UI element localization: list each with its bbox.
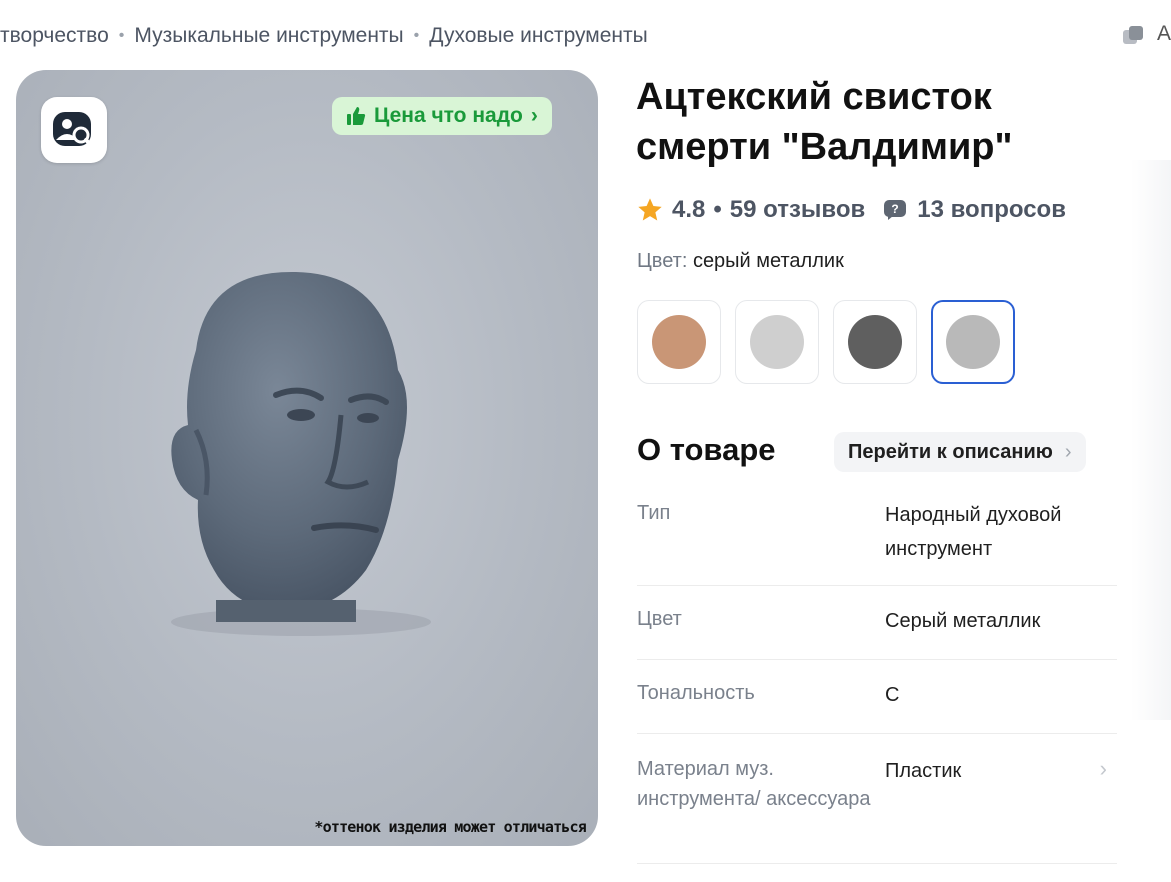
swatch-color	[652, 315, 706, 369]
price-badge[interactable]: Цена что надо ›	[332, 97, 552, 135]
separator-dot: •	[713, 196, 722, 223]
spec-row: Тональность С	[637, 660, 1117, 734]
breadcrumb: творчество • Музыкальные инструменты • Д…	[0, 22, 648, 50]
color-label: Цвет:	[637, 250, 688, 272]
specs-table: Тип Народный духовой инструмент Цвет Сер…	[637, 488, 1117, 864]
spec-value: С	[885, 684, 900, 706]
questions-count: 13 вопросов	[917, 196, 1066, 223]
color-selector-label: Цвет: серый металлик	[637, 250, 844, 273]
goto-description-button[interactable]: Перейти к описанию ›	[834, 432, 1086, 472]
breadcrumb-item[interactable]: творчество	[0, 24, 109, 48]
thumbs-up-icon	[347, 107, 366, 125]
breadcrumb-separator: •	[118, 27, 125, 44]
spec-row[interactable]: Материал муз. инструмента/ аксессуара Пл…	[637, 734, 1117, 864]
swatch-light-gray[interactable]	[735, 300, 819, 384]
goto-description-label: Перейти к описанию	[848, 440, 1053, 463]
question-bubble-icon: ?	[884, 200, 907, 220]
swatch-color	[946, 315, 1000, 369]
swatch-color	[750, 315, 804, 369]
spec-key: Цвет	[637, 608, 682, 630]
product-image[interactable]: Цена что надо › *оттенок изделия может о…	[16, 70, 598, 846]
spec-key: Тип	[637, 502, 671, 524]
price-badge-label: Цена что надо	[374, 104, 523, 127]
star-icon	[638, 198, 662, 221]
spec-key: Тональность	[637, 682, 755, 704]
product-photo	[171, 271, 431, 636]
chevron-right-icon: ›	[1064, 440, 1072, 463]
swatch-beige[interactable]	[637, 300, 721, 384]
swatch-dark-gray[interactable]	[833, 300, 917, 384]
about-section-title: О товаре	[637, 432, 776, 467]
swatch-metallic-gray[interactable]	[931, 300, 1015, 384]
svg-text:?: ?	[892, 202, 899, 216]
swatch-color	[848, 315, 902, 369]
search-by-photo-button[interactable]	[41, 97, 107, 163]
color-value: серый металлик	[692, 250, 844, 272]
breadcrumb-separator: •	[413, 27, 420, 44]
breadcrumb-item[interactable]: Духовые инструменты	[429, 24, 647, 48]
compare-icon[interactable]	[1121, 24, 1147, 48]
rating-row: 4.8 • 59 отзывов ? 13 вопросов	[636, 193, 1066, 227]
product-title: Ацтекский свисток смерти "Валдимир"	[636, 76, 1013, 168]
spec-row: Тип Народный духовой инструмент	[637, 488, 1117, 586]
rating-value: 4.8	[672, 196, 706, 223]
color-swatches	[637, 300, 1015, 384]
spec-value: Народный духовой инструмент	[885, 504, 1062, 560]
color-disclaimer: *оттенок изделия может отличаться	[314, 818, 586, 836]
reviews-link[interactable]: 59 отзывов	[730, 196, 865, 224]
questions-link[interactable]: ? 13 вопросов	[883, 196, 1066, 224]
chevron-right-icon: ›	[1099, 756, 1107, 781]
spec-key: Материал муз. инструмента/ аксессуара	[637, 758, 871, 810]
chevron-right-icon: ›	[530, 104, 538, 127]
spec-value: Пластик	[885, 760, 962, 782]
side-panel-edge	[1131, 160, 1171, 720]
spec-value: Серый металлик	[885, 610, 1041, 632]
search-by-photo-icon	[53, 112, 94, 148]
top-right-label[interactable]: А	[1157, 22, 1171, 46]
spec-row: Цвет Серый металлик	[637, 586, 1117, 660]
breadcrumb-item[interactable]: Музыкальные инструменты	[134, 24, 403, 48]
